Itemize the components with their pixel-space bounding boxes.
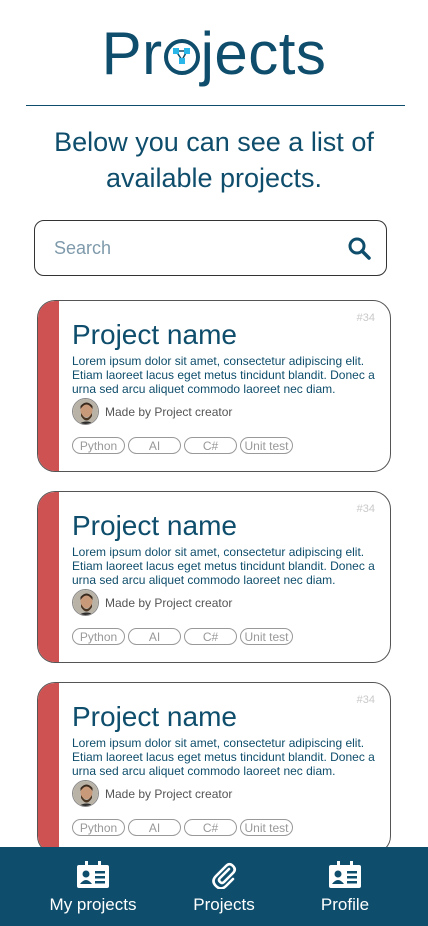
tag[interactable]: C# — [184, 819, 237, 836]
tag[interactable]: Python — [72, 628, 125, 645]
creator-label: Made by Project creator — [105, 595, 233, 610]
intro-text: Below you can see a list of available pr… — [54, 127, 374, 193]
project-description: Lorem ipsum dolor sit amet, consectetur … — [72, 545, 375, 587]
logo-text-suffix: jects — [200, 20, 327, 87]
tag-list: Python AI C# Unit test — [72, 628, 293, 645]
tag[interactable]: Python — [72, 819, 125, 836]
network-icon — [163, 39, 200, 75]
project-creator: Made by Project creator — [72, 780, 232, 807]
paperclip-icon — [210, 861, 238, 889]
tag-list: Python AI C# Unit test — [72, 437, 293, 454]
project-card[interactable]: #34 Project name Lorem ipsum dolor sit a… — [37, 300, 391, 472]
tag[interactable]: C# — [184, 437, 237, 454]
creator-label: Made by Project creator — [105, 786, 233, 801]
tag[interactable]: C# — [184, 628, 237, 645]
search-bar[interactable] — [34, 220, 387, 276]
card-accent-stripe — [38, 492, 59, 662]
search-icon[interactable] — [346, 235, 372, 261]
tag[interactable]: Python — [72, 437, 125, 454]
nav-label: Projects — [193, 895, 255, 914]
project-card[interactable]: #34 Project name Lorem ipsum dolor sit a… — [37, 682, 391, 854]
creator-label: Made by Project creator — [105, 404, 233, 419]
project-id: #34 — [356, 694, 375, 706]
project-id: #34 — [356, 312, 375, 324]
project-creator: Made by Project creator — [72, 398, 232, 425]
logo-text-prefix: Pr — [101, 20, 163, 87]
tag[interactable]: AI — [128, 819, 181, 836]
tag[interactable]: Unit test — [240, 819, 293, 836]
nav-projects[interactable]: Projects — [186, 847, 262, 926]
nav-label: Profile — [320, 895, 370, 914]
tag[interactable]: AI — [128, 628, 181, 645]
project-list: #34 Project name Lorem ipsum dolor sit a… — [37, 300, 391, 873]
bottom-nav: My projects Projects Profile — [0, 847, 428, 926]
avatar — [72, 589, 99, 616]
app-logo: Pr jects — [0, 18, 428, 90]
header-divider — [26, 105, 405, 106]
project-title: Project name — [72, 510, 237, 541]
nav-my-projects[interactable]: My projects — [0, 847, 186, 926]
project-description: Lorem ipsum dolor sit amet, consectetur … — [72, 354, 375, 396]
card-accent-stripe — [38, 301, 59, 471]
project-title: Project name — [72, 319, 237, 350]
avatar — [72, 780, 99, 807]
tag[interactable]: AI — [128, 437, 181, 454]
project-card[interactable]: #34 Project name Lorem ipsum dolor sit a… — [37, 491, 391, 663]
id-card-icon — [328, 861, 362, 889]
project-id: #34 — [356, 503, 375, 515]
tag[interactable]: Unit test — [240, 437, 293, 454]
avatar — [72, 398, 99, 425]
card-accent-stripe — [38, 683, 59, 853]
nav-label: My projects — [49, 895, 137, 914]
tag[interactable]: Unit test — [240, 628, 293, 645]
search-input[interactable] — [54, 237, 346, 259]
id-card-icon — [76, 861, 110, 889]
project-title: Project name — [72, 701, 237, 732]
project-creator: Made by Project creator — [72, 589, 232, 616]
nav-profile[interactable]: Profile — [262, 847, 428, 926]
tag-list: Python AI C# Unit test — [72, 819, 293, 836]
project-description: Lorem ipsum dolor sit amet, consectetur … — [72, 736, 375, 778]
